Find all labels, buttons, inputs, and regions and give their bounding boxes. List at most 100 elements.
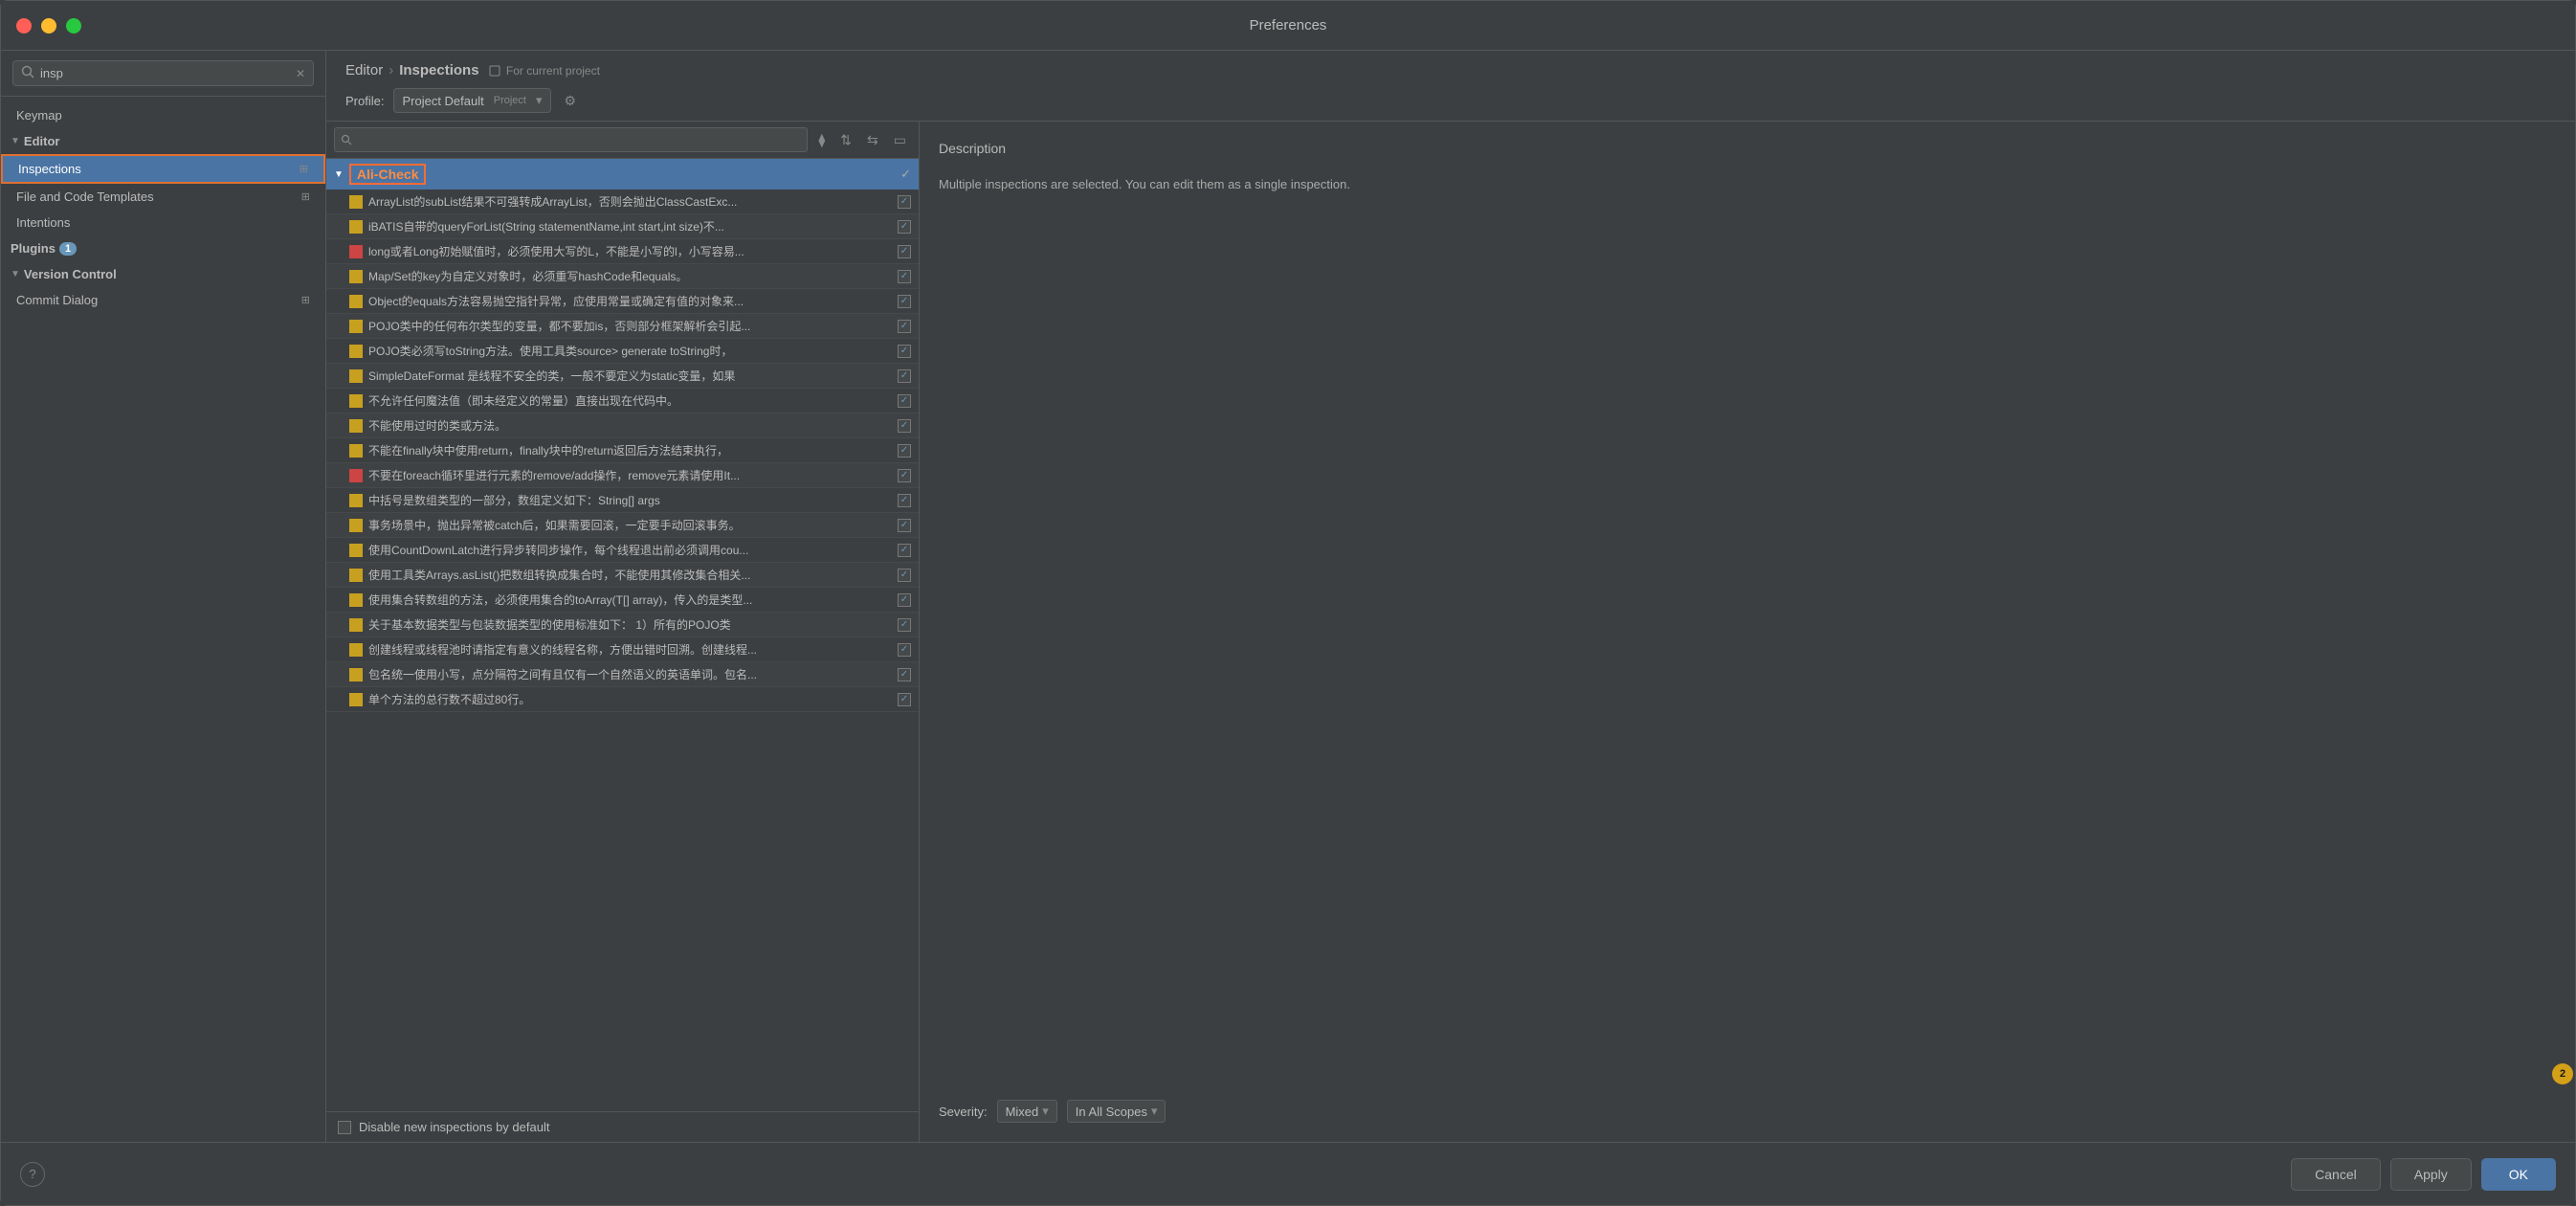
tree-item-text: long或者Long初始赋值时，必须使用大写的L，不能是小写的l，小写容易... [368,243,892,259]
sidebar-item-intentions[interactable]: Intentions [1,210,325,235]
item-checkbox[interactable] [898,569,911,582]
item-checkbox[interactable] [898,469,911,482]
title-bar: Preferences [1,1,2575,51]
tree-item-text: 使用集合转数组的方法，必须使用集合的toArray(T[] array)，传入的… [368,592,892,608]
tree-item-text: Map/Set的key为自定义对象时，必须重写hashCode和equals。 [368,268,892,284]
tree-item: 不要在foreach循环里进行元素的remove/add操作，remove元素请… [326,463,919,488]
tree-item-text: 不能在finally块中使用return，finally块中的return返回后… [368,442,892,458]
tree-item-text: POJO类中的任何布尔类型的变量，都不要加is，否则部分框架解析会引起... [368,318,892,334]
sidebar-item-commit-dialog[interactable]: Commit Dialog ⊞ [1,287,325,313]
tree-item-text: SimpleDateFormat 是线程不安全的类，一般不要定义为static变… [368,368,892,384]
item-checkbox[interactable] [898,643,911,657]
window-title: Preferences [1250,17,1327,34]
item-checkbox[interactable] [898,245,911,258]
severity-color-icon [349,369,363,383]
collapse-button[interactable]: ⇆ [862,129,883,151]
maximize-button[interactable] [66,18,81,34]
severity-color-icon [349,618,363,632]
severity-color-icon [349,245,363,258]
tree-item-text: 单个方法的总行数不超过80行。 [368,691,892,707]
tree-item-text: 关于基本数据类型与包装数据类型的使用标准如下： 1）所有的POJO类 [368,616,892,633]
sidebar-item-inspections[interactable]: Inspections ⊞ [1,154,325,184]
item-checkbox[interactable] [898,618,911,632]
apply-button[interactable]: Apply [2390,1158,2472,1191]
gear-button[interactable]: ⚙ [561,89,581,113]
copy-icon-3: ⊞ [301,294,310,306]
tree-group-header[interactable]: ▼ Ali-Check ✓ [326,159,919,190]
inspections-panel: ⧫ ⇅ ⇆ ▭ ▼ Ali-Check ✓ [326,122,2575,1142]
ok-button[interactable]: OK [2481,1158,2556,1191]
tree-item-text: 中括号是数组类型的一部分，数组定义如下：String[] args [368,492,892,508]
tree-item: 关于基本数据类型与包装数据类型的使用标准如下： 1）所有的POJO类 [326,613,919,637]
group-name: Ali-Check [349,164,427,185]
item-checkbox[interactable] [898,320,911,333]
item-checkbox[interactable] [898,419,911,433]
search-input[interactable] [40,66,290,80]
tree-item: 使用工具类Arrays.asList()把数组转换成集合时，不能使用其修改集合相… [326,563,919,588]
item-checkbox[interactable] [898,220,911,234]
tree-item: Map/Set的key为自定义对象时，必须重写hashCode和equals。 [326,264,919,289]
sidebar-section-vcs[interactable]: ▼ Version Control [1,261,325,287]
sidebar-section-plugins[interactable]: Plugins 1 [1,235,325,261]
item-checkbox[interactable] [898,668,911,681]
item-checkbox[interactable] [898,544,911,557]
item-checkbox[interactable] [898,270,911,283]
tree-item: 使用CountDownLatch进行异步转同步操作，每个线程退出前必须调用cou… [326,538,919,563]
profile-select[interactable]: Project Default Project ▾ [393,88,550,113]
search-icon [21,65,34,81]
group-triangle-icon: ▼ [334,169,344,180]
tree-item-text: 事务场景中，抛出异常被catch后，如果需要回滚，一定要手动回滚事务。 [368,517,892,533]
item-checkbox[interactable] [898,195,911,209]
editor-label: Editor [24,134,60,148]
profile-tag: Project [494,95,526,106]
severity-color-icon [349,519,363,532]
severity-color-icon [349,643,363,657]
disable-row: Disable new inspections by default [326,1111,919,1142]
severity-color-icon [349,320,363,333]
tree-item-text: 不允许任何魔法值（即未经定义的常量）直接出现在代码中。 [368,392,892,409]
scope-select[interactable]: In All Scopes ▾ [1067,1100,1166,1123]
help-button[interactable]: ? [20,1162,45,1187]
bottom-buttons: Cancel Apply OK [2291,1158,2556,1191]
severity-color-icon [349,444,363,458]
disable-checkbox[interactable] [338,1121,351,1134]
severity-color-icon [349,593,363,607]
severity-color-icon [349,270,363,283]
tree-item: 包名统一使用小写，点分隔符之间有且仅有一个自然语义的英语单词。包名... [326,662,919,687]
item-checkbox[interactable] [898,444,911,458]
item-checkbox[interactable] [898,394,911,408]
item-checkbox[interactable] [898,369,911,383]
severity-select[interactable]: Mixed ▾ [997,1100,1057,1123]
search-wrapper: ✕ [12,60,314,86]
tree-item: POJO类必须写toString方法。使用工具类source> generate… [326,339,919,364]
sidebar-section-editor[interactable]: ▼ Editor [1,128,325,154]
item-checkbox[interactable] [898,345,911,358]
severity-row: Severity: Mixed ▾ In All Scopes ▾ [939,1100,2556,1123]
list-search[interactable] [334,127,808,152]
breadcrumb-parent: Editor [345,62,383,78]
minimize-button[interactable] [41,18,56,34]
sidebar-item-keymap[interactable]: Keymap [1,102,325,128]
copy-icon: ⊞ [300,163,308,175]
expand-all-button[interactable]: ⇅ [835,129,856,151]
severity-color-icon [349,668,363,681]
tree-item: ArrayList的subList结果不可强转成ArrayList，否则会抛出C… [326,190,919,214]
item-checkbox[interactable] [898,295,911,308]
inspection-items-container: ArrayList的subList结果不可强转成ArrayList，否则会抛出C… [326,190,919,712]
main-content: ✕ Keymap ▼ Editor Inspections ⊞ [1,51,2575,1142]
commit-dialog-label: Commit Dialog [16,293,98,307]
close-button[interactable] [16,18,32,34]
clear-search-icon[interactable]: ✕ [296,67,305,80]
tree-item: 不能在finally块中使用return，finally块中的return返回后… [326,438,919,463]
item-checkbox[interactable] [898,693,911,706]
tree-item-text: 使用CountDownLatch进行异步转同步操作，每个线程退出前必须调用cou… [368,542,892,558]
item-checkbox[interactable] [898,593,911,607]
sidebar-item-file-code-templates[interactable]: File and Code Templates ⊞ [1,184,325,210]
chevron-down-icon: ▾ [536,93,543,108]
layout-button[interactable]: ▭ [889,129,911,151]
cancel-button[interactable]: Cancel [2291,1158,2381,1191]
item-checkbox[interactable] [898,494,911,507]
item-checkbox[interactable] [898,519,911,532]
filter-button[interactable]: ⧫ [813,129,830,151]
keymap-label: Keymap [16,108,62,123]
